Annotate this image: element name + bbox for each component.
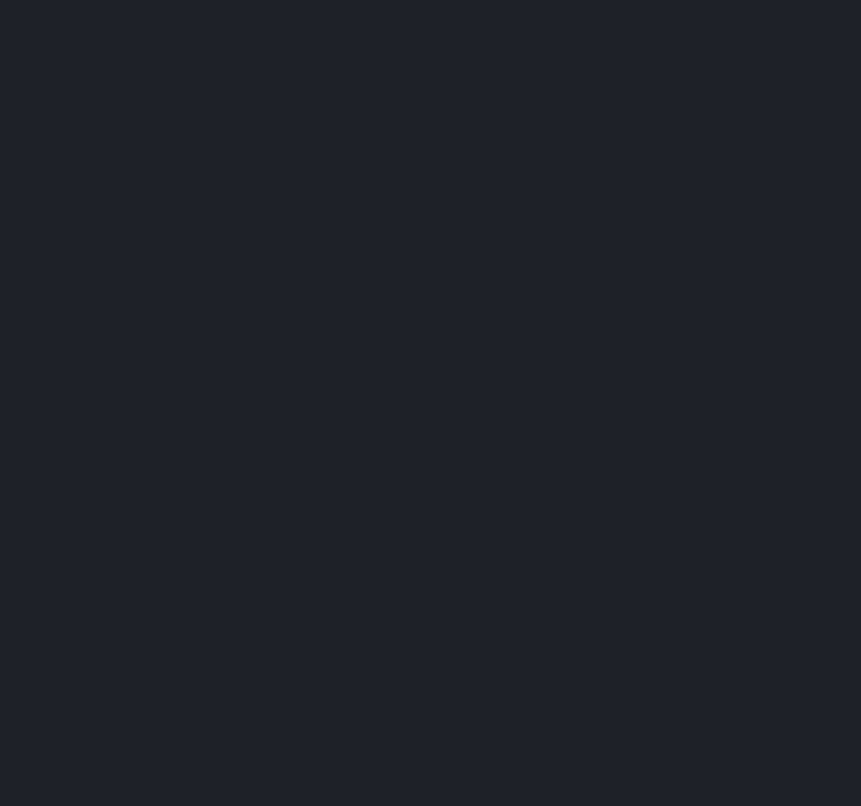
- edge-layer: [0, 0, 861, 806]
